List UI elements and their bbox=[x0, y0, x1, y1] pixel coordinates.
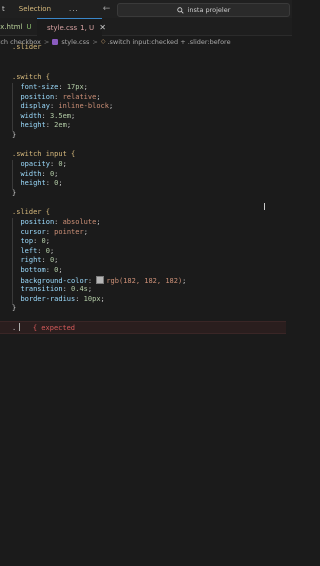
code-line: bottom: 0; bbox=[20, 266, 63, 274]
editor-tabs: ex.html U # style.css 1, U ✕ bbox=[0, 18, 292, 36]
code-line: background-color: rgb(182, 182, 182); bbox=[20, 275, 187, 285]
css-selector-icon: ◇ bbox=[100, 38, 106, 45]
editor-scrollbar[interactable] bbox=[286, 92, 292, 566]
command-center-search[interactable]: insta projeler bbox=[117, 3, 290, 17]
mouse-ibeam-cursor: I bbox=[263, 202, 266, 213]
color-swatch[interactable] bbox=[96, 275, 105, 284]
code-line: height: 2em; bbox=[20, 121, 72, 130]
tab-index-html[interactable]: ex.html U bbox=[0, 18, 37, 35]
more-menu-icon[interactable]: ... bbox=[65, 5, 83, 13]
code-line: .switch input { bbox=[12, 150, 76, 158]
code-line: position: absolute; bbox=[20, 218, 101, 226]
code-line: width: 3.5em; bbox=[20, 111, 76, 120]
code-line: left: 0; bbox=[20, 246, 55, 255]
code-line: opacity: 0; bbox=[20, 160, 67, 168]
code-line: position: relative; bbox=[20, 92, 101, 101]
tab-git-status: U bbox=[26, 22, 32, 31]
menu-item-t[interactable]: t bbox=[0, 5, 9, 13]
code-line: } bbox=[12, 189, 17, 197]
css-file-icon bbox=[52, 38, 59, 45]
code-line: display: inline-block; bbox=[20, 102, 114, 111]
breadcrumb-separator: > bbox=[92, 37, 98, 46]
code-line: .slider bbox=[12, 43, 42, 51]
code-line: border-radius: 10px; bbox=[20, 294, 105, 303]
code-line: height: 0; bbox=[20, 179, 63, 188]
search-icon bbox=[176, 6, 184, 14]
code-line: } bbox=[12, 131, 17, 139]
code-line: cursor: pointer; bbox=[20, 227, 88, 236]
close-icon[interactable]: ✕ bbox=[99, 23, 106, 32]
code-line-error[interactable]: . { expected bbox=[12, 322, 76, 333]
search-text: insta projeler bbox=[187, 6, 231, 14]
tab-style-css[interactable]: # style.css 1, U ✕ bbox=[37, 18, 106, 36]
code-line: font-size: 17px; bbox=[20, 83, 88, 91]
breadcrumb-file[interactable]: style.css bbox=[52, 38, 89, 46]
code-line: right: 0; bbox=[20, 256, 59, 265]
menu-item-selection[interactable]: Selection bbox=[15, 5, 55, 13]
tab-label: style.css bbox=[47, 23, 78, 32]
code-line: transition: 0.4s; bbox=[20, 285, 93, 294]
menu-bar: t Selection ... bbox=[0, 5, 83, 13]
code-editor[interactable]: .slider .switch { font-size: 17px; posit… bbox=[0, 43, 292, 566]
breadcrumb-symbol-label: .switch input:checked + .slider:before bbox=[107, 37, 231, 46]
code-line: .slider { bbox=[12, 208, 50, 216]
code-line: } bbox=[12, 304, 17, 313]
back-arrow-icon[interactable]: ← bbox=[103, 4, 111, 14]
breadcrumb-file-label: style.css bbox=[61, 37, 90, 46]
text-cursor bbox=[19, 322, 21, 331]
inline-error-message: { expected bbox=[32, 323, 76, 332]
code-line: .switch { bbox=[12, 73, 50, 81]
breadcrumb-symbol[interactable]: ◇ .switch input:checked + .slider:before bbox=[101, 38, 231, 46]
code-line: top: 0; bbox=[20, 237, 50, 246]
breadcrumb-separator: > bbox=[43, 37, 50, 46]
tab-git-status: 1, U bbox=[80, 23, 95, 32]
title-bar: t Selection ... ← → insta projeler bbox=[0, 0, 292, 18]
code-line: width: 0; bbox=[20, 169, 59, 178]
tab-label: ex.html bbox=[0, 22, 23, 31]
